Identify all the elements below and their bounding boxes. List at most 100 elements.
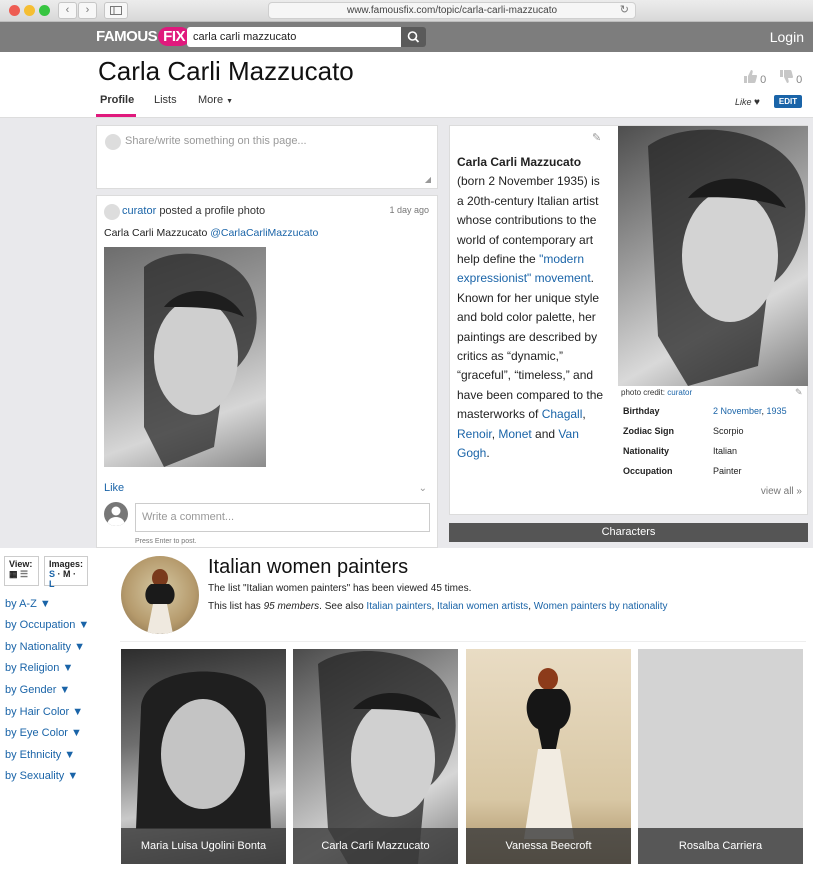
- post-caption: Carla Carli Mazzucato @CarlaCarliMazzuca…: [104, 227, 319, 239]
- filter-nationality[interactable]: by Nationality ▼: [5, 641, 85, 653]
- facts-table: Birthday 2 November, 1935 Zodiac Sign Scor…: [618, 406, 808, 486]
- search-icon: [407, 31, 420, 43]
- fact-row: Occupation Painter: [623, 466, 742, 476]
- monet-link[interactable]: Monet: [498, 427, 531, 441]
- tab-profile[interactable]: Profile: [100, 94, 134, 106]
- address-bar[interactable]: www.famousfix.com/topic/carla-carli-mazz…: [268, 2, 636, 19]
- page-header: Carla Carli Mazzucato Profile Lists More…: [0, 52, 813, 118]
- commenter-avatar: [104, 502, 128, 526]
- post-time: 1 day ago: [389, 205, 429, 215]
- profile-photo[interactable]: [104, 247, 266, 467]
- search-input[interactable]: [187, 27, 401, 47]
- browser-toolbar: ‹ › www.famousfix.com/topic/carla-carli-…: [0, 0, 813, 22]
- share-box[interactable]: Share/write something on this page... ◢: [96, 125, 438, 189]
- post-handle-link[interactable]: @CarlaCarliMazzucato: [210, 227, 318, 239]
- thumbs-up-button[interactable]: 0: [743, 70, 766, 86]
- thumbs-down-icon: [780, 70, 794, 83]
- edit-button[interactable]: EDIT: [774, 95, 802, 108]
- member-tile[interactable]: Maria Luisa Ugolini Bonta: [121, 649, 286, 864]
- member-name: Carla Carli Mazzucato: [293, 828, 458, 864]
- view-all-link[interactable]: view all »: [761, 486, 802, 497]
- forward-arrow-icon[interactable]: ›: [78, 2, 97, 19]
- birthday-link[interactable]: 2 November: [713, 406, 762, 416]
- heart-icon: ♥: [754, 97, 760, 108]
- site-header: FAMOUSFIX Login: [0, 22, 813, 52]
- comment-input[interactable]: Write a comment...: [135, 503, 430, 532]
- see-also-link[interactable]: Women painters by nationality: [534, 601, 668, 612]
- filter-gender[interactable]: by Gender ▼: [5, 684, 70, 696]
- like-page-button[interactable]: Like ♥: [735, 97, 760, 108]
- edit-photo-icon[interactable]: ✎: [795, 387, 803, 398]
- grid-view-icon[interactable]: ▦: [9, 569, 18, 579]
- nationality-link[interactable]: Italian: [713, 446, 737, 456]
- close-window-icon[interactable]: [9, 5, 20, 16]
- member-tile[interactable]: Rosalba Carriera: [638, 649, 803, 864]
- filter-hair-color[interactable]: by Hair Color ▼: [5, 706, 83, 718]
- list-views: The list "Italian women painters" has be…: [208, 583, 472, 594]
- user-avatar: [105, 134, 121, 150]
- photo-credit: photo credit: curator: [621, 388, 693, 397]
- resize-handle-icon[interactable]: ◢: [425, 175, 431, 184]
- member-tile[interactable]: Carla Carli Mazzucato: [293, 649, 458, 864]
- thumbs-down-button[interactable]: 0: [779, 70, 802, 86]
- filter-eye-color[interactable]: by Eye Color ▼: [5, 727, 82, 739]
- thumbs-up-icon: [744, 70, 758, 83]
- fact-row: Birthday 2 November, 1935: [623, 406, 787, 416]
- zoom-window-icon[interactable]: [39, 5, 50, 16]
- list-view-icon[interactable]: ☰: [20, 569, 28, 579]
- back-arrow-icon[interactable]: ‹: [58, 2, 77, 19]
- post-card: curator posted a profile photo 1 day ago…: [96, 195, 438, 548]
- post-author-link[interactable]: curator: [122, 205, 156, 217]
- member-tile[interactable]: Vanessa Beecroft: [466, 649, 631, 864]
- size-large[interactable]: L: [49, 579, 55, 589]
- main-content: Share/write something on this page... ◢ …: [0, 118, 813, 548]
- photo-credit-link[interactable]: curator: [667, 388, 692, 397]
- filter-a-z[interactable]: by A-Z ▼: [5, 598, 51, 610]
- renoir-link[interactable]: Renoir: [457, 427, 492, 441]
- bio-card: ✎ Carla Carli Mazzucato (born 2 November…: [449, 125, 808, 515]
- chagall-link[interactable]: Chagall: [542, 407, 583, 421]
- image-size-toggle: Images: S · M · L: [44, 556, 88, 589]
- chevron-down-icon[interactable]: ⌄: [419, 483, 427, 494]
- member-name: Maria Luisa Ugolini Bonta: [121, 828, 286, 864]
- tab-lists[interactable]: Lists: [154, 94, 177, 106]
- size-medium[interactable]: M: [63, 569, 71, 579]
- see-also-link[interactable]: Italian women artists: [437, 601, 528, 612]
- list-title: Italian women painters: [208, 556, 409, 578]
- tab-more[interactable]: More ▼: [198, 94, 233, 106]
- filter-sexuality[interactable]: by Sexuality ▼: [5, 770, 78, 782]
- page-title: Carla Carli Mazzucato: [98, 56, 354, 86]
- pencil-icon[interactable]: ✎: [592, 131, 601, 144]
- login-link[interactable]: Login: [770, 29, 804, 45]
- view-toggle: View: ▦ ☰: [4, 556, 39, 586]
- filter-ethnicity[interactable]: by Ethnicity ▼: [5, 749, 75, 761]
- share-placeholder: Share/write something on this page...: [125, 135, 307, 147]
- list-thumbnail[interactable]: [121, 556, 199, 634]
- enter-hint: Press Enter to post.: [135, 538, 197, 545]
- active-tab-indicator: [96, 114, 136, 117]
- reload-icon[interactable]: ↻: [620, 3, 629, 18]
- infobox-photo[interactable]: [618, 126, 808, 386]
- occupation-link[interactable]: Painter: [713, 466, 742, 476]
- minimize-window-icon[interactable]: [24, 5, 35, 16]
- see-also-link[interactable]: Italian painters: [366, 601, 431, 612]
- filter-occupation[interactable]: by Occupation ▼: [5, 619, 89, 631]
- famousfix-logo[interactable]: FAMOUS FIX: [96, 27, 191, 46]
- post-meta: curator posted a profile photo: [122, 205, 266, 217]
- divider: [120, 641, 806, 642]
- address-text: www.famousfix.com/topic/carla-carli-mazz…: [346, 5, 558, 16]
- curator-avatar: [104, 204, 120, 220]
- fact-row: Zodiac Sign Scorpio: [623, 426, 744, 436]
- caret-down-icon: ▼: [226, 98, 234, 105]
- list-members: This list has 95 members. See also Itali…: [208, 601, 668, 612]
- search-button[interactable]: [401, 27, 426, 47]
- member-name: Rosalba Carriera: [638, 828, 803, 864]
- birth-year-link[interactable]: 1935: [767, 406, 787, 416]
- fact-row: Nationality Italian: [623, 446, 738, 456]
- size-small[interactable]: S: [49, 569, 55, 579]
- member-name: Vanessa Beecroft: [466, 828, 631, 864]
- filter-religion[interactable]: by Religion ▼: [5, 662, 73, 674]
- sidebar-toggle-icon[interactable]: [104, 2, 128, 19]
- characters-header[interactable]: Characters: [449, 523, 808, 542]
- post-like-link[interactable]: Like: [104, 482, 124, 494]
